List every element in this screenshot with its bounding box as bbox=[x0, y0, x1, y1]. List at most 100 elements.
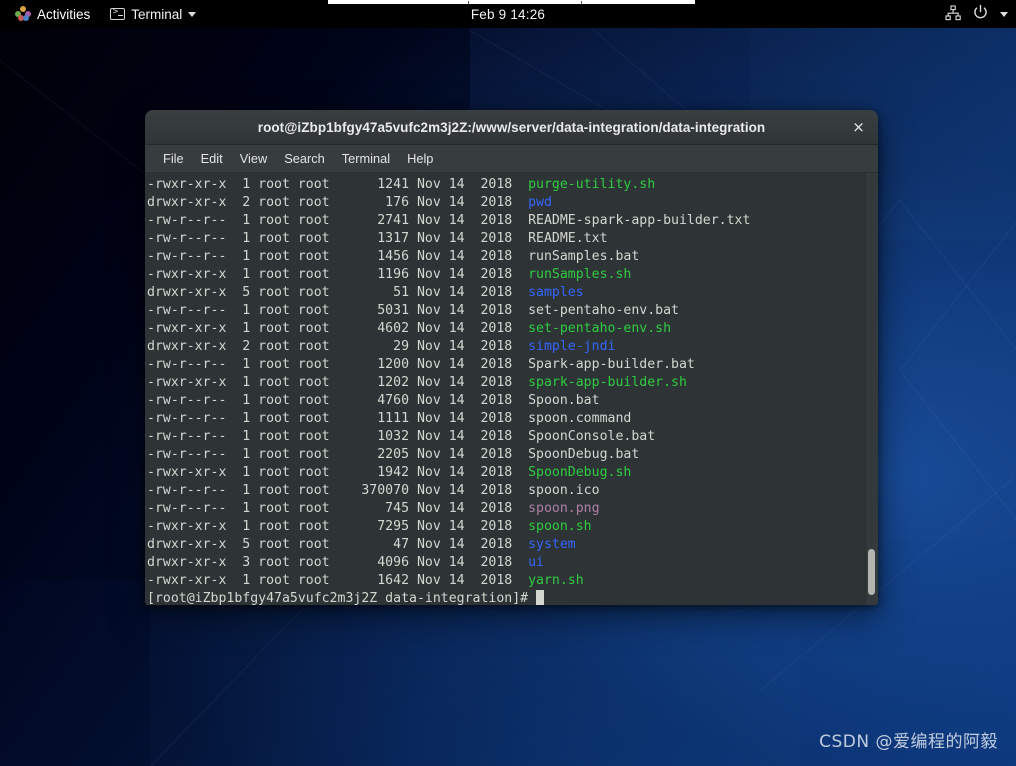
gnome-top-bar: Activities Terminal Feb 9 14:26 bbox=[0, 0, 1016, 28]
network-wired-icon[interactable] bbox=[945, 4, 961, 24]
terminal-listing-row: -rw-r--r-- 1 root root 2205 Nov 14 2018 … bbox=[147, 446, 750, 464]
menu-item-search[interactable]: Search bbox=[276, 147, 333, 170]
listing-filename: spoon.command bbox=[528, 411, 632, 426]
listing-filename: samples bbox=[528, 285, 584, 300]
shell-prompt: [root@iZbp1bfgy47a5vufc2m3j2Z data-integ… bbox=[147, 591, 537, 605]
listing-filename: simple-jndi bbox=[528, 339, 616, 354]
terminal-listing-row: -rw-r--r-- 1 root root 1032 Nov 14 2018 … bbox=[147, 428, 750, 446]
terminal-listing-row: -rw-r--r-- 1 root root 1456 Nov 14 2018 … bbox=[147, 248, 750, 266]
terminal-text: -rwxr-xr-x 1 root root 1241 Nov 14 2018 … bbox=[145, 176, 750, 605]
listing-filename: set-pentaho-env.sh bbox=[528, 321, 672, 336]
listing-metadata: -rwxr-xr-x 1 root root 1642 Nov 14 2018 bbox=[147, 573, 529, 588]
terminal-listing-row: -rwxr-xr-x 1 root root 4602 Nov 14 2018 … bbox=[147, 320, 750, 338]
listing-metadata: -rw-r--r-- 1 root root 4760 Nov 14 2018 bbox=[147, 393, 529, 408]
listing-metadata: drwxr-xr-x 3 root root 4096 Nov 14 2018 bbox=[147, 555, 529, 570]
system-menu-chevron-down-icon[interactable] bbox=[1000, 11, 1008, 17]
terminal-listing-row: -rw-r--r-- 1 root root 1111 Nov 14 2018 … bbox=[147, 410, 750, 428]
listing-metadata: drwxr-xr-x 5 root root 51 Nov 14 2018 bbox=[147, 285, 529, 300]
listing-metadata: -rwxr-xr-x 1 root root 1241 Nov 14 2018 bbox=[147, 177, 529, 192]
terminal-listing-row: -rw-r--r-- 1 root root 370070 Nov 14 201… bbox=[147, 482, 750, 500]
listing-filename: README-spark-app-builder.txt bbox=[528, 213, 751, 228]
terminal-menubar: File Edit View Search Terminal Help bbox=[145, 145, 878, 173]
top-bar-right[interactable] bbox=[945, 4, 1008, 24]
listing-filename: pwd bbox=[528, 195, 552, 210]
menu-item-file[interactable]: File bbox=[155, 147, 192, 170]
terminal-listing-row: -rwxr-xr-x 1 root root 1642 Nov 14 2018 … bbox=[147, 572, 750, 590]
listing-filename: spoon.sh bbox=[528, 519, 592, 534]
listing-filename: SpoonDebug.bat bbox=[528, 447, 640, 462]
terminal-listing-row: drwxr-xr-x 5 root root 47 Nov 14 2018 sy… bbox=[147, 536, 750, 554]
listing-filename: Spoon.bat bbox=[528, 393, 600, 408]
terminal-listing-row: -rw-r--r-- 1 root root 1200 Nov 14 2018 … bbox=[147, 356, 750, 374]
listing-filename: spoon.ico bbox=[528, 483, 600, 498]
listing-filename: set-pentaho-env.bat bbox=[528, 303, 679, 318]
listing-metadata: -rwxr-xr-x 1 root root 1942 Nov 14 2018 bbox=[147, 465, 529, 480]
terminal-listing-row: drwxr-xr-x 5 root root 51 Nov 14 2018 sa… bbox=[147, 284, 750, 302]
listing-filename: runSamples.sh bbox=[528, 267, 632, 282]
terminal-listing-row: drwxr-xr-x 2 root root 176 Nov 14 2018 p… bbox=[147, 194, 750, 212]
terminal-prompt-line[interactable]: [root@iZbp1bfgy47a5vufc2m3j2Z data-integ… bbox=[147, 590, 750, 605]
wallpaper-facet bbox=[150, 580, 800, 766]
listing-metadata: -rw-r--r-- 1 root root 1456 Nov 14 2018 bbox=[147, 249, 529, 264]
app-menu-button[interactable]: Terminal bbox=[103, 4, 203, 25]
activities-label: Activities bbox=[37, 6, 91, 22]
window-title: root@iZbp1bfgy47a5vufc2m3j2Z:/www/server… bbox=[257, 119, 766, 135]
power-icon[interactable] bbox=[972, 4, 989, 24]
terminal-listing-row: -rwxr-xr-x 1 root root 7295 Nov 14 2018 … bbox=[147, 518, 750, 536]
wallpaper-facet bbox=[0, 0, 150, 200]
wallpaper-facet bbox=[0, 200, 150, 580]
terminal-cursor bbox=[536, 590, 545, 605]
terminal-listing-row: drwxr-xr-x 2 root root 29 Nov 14 2018 si… bbox=[147, 338, 750, 356]
window-chrome-strip bbox=[328, 0, 695, 4]
listing-metadata: -rw-r--r-- 1 root root 2741 Nov 14 2018 bbox=[147, 213, 529, 228]
listing-filename: SpoonConsole.bat bbox=[528, 429, 656, 444]
terminal-titlebar[interactable]: root@iZbp1bfgy47a5vufc2m3j2Z:/www/server… bbox=[145, 110, 878, 145]
activities-button[interactable]: Activities bbox=[8, 3, 97, 25]
close-icon[interactable]: × bbox=[849, 118, 868, 137]
listing-filename: spark-app-builder.sh bbox=[528, 375, 687, 390]
terminal-icon bbox=[110, 7, 126, 20]
listing-filename: yarn.sh bbox=[528, 573, 584, 588]
terminal-listing-row: -rw-r--r-- 1 root root 4760 Nov 14 2018 … bbox=[147, 392, 750, 410]
menu-item-edit[interactable]: Edit bbox=[193, 147, 231, 170]
terminal-scrollbar-thumb[interactable] bbox=[868, 549, 875, 595]
listing-filename: purge-utility.sh bbox=[528, 177, 656, 192]
terminal-scrollbar[interactable] bbox=[865, 173, 878, 605]
listing-metadata: -rw-r--r-- 1 root root 1111 Nov 14 2018 bbox=[147, 411, 529, 426]
screen: Activities Terminal Feb 9 14:26 bbox=[0, 0, 1016, 766]
terminal-listing-row: -rwxr-xr-x 1 root root 1241 Nov 14 2018 … bbox=[147, 176, 750, 194]
clock[interactable]: Feb 9 14:26 bbox=[471, 7, 545, 22]
menu-item-terminal[interactable]: Terminal bbox=[334, 147, 398, 170]
terminal-listing-row: -rwxr-xr-x 1 root root 1202 Nov 14 2018 … bbox=[147, 374, 750, 392]
listing-filename: Spark-app-builder.bat bbox=[528, 357, 695, 372]
listing-metadata: drwxr-xr-x 5 root root 47 Nov 14 2018 bbox=[147, 537, 529, 552]
menu-item-view[interactable]: View bbox=[232, 147, 276, 170]
listing-filename: SpoonDebug.sh bbox=[528, 465, 632, 480]
terminal-output-area[interactable]: -rwxr-xr-x 1 root root 1241 Nov 14 2018 … bbox=[145, 173, 878, 605]
terminal-listing-row: -rw-r--r-- 1 root root 2741 Nov 14 2018 … bbox=[147, 212, 750, 230]
listing-metadata: -rw-r--r-- 1 root root 745 Nov 14 2018 bbox=[147, 501, 529, 516]
watermark: CSDN @爱编程的阿毅 bbox=[819, 732, 998, 752]
listing-metadata: -rw-r--r-- 1 root root 5031 Nov 14 2018 bbox=[147, 303, 529, 318]
terminal-listing-row: -rw-r--r-- 1 root root 1317 Nov 14 2018 … bbox=[147, 230, 750, 248]
listing-metadata: -rwxr-xr-x 1 root root 7295 Nov 14 2018 bbox=[147, 519, 529, 534]
listing-metadata: drwxr-xr-x 2 root root 176 Nov 14 2018 bbox=[147, 195, 529, 210]
gnome-logo-icon bbox=[15, 6, 31, 22]
listing-metadata: -rw-r--r-- 1 root root 1200 Nov 14 2018 bbox=[147, 357, 529, 372]
app-menu-label: Terminal bbox=[131, 6, 183, 22]
terminal-listing-row: -rw-r--r-- 1 root root 5031 Nov 14 2018 … bbox=[147, 302, 750, 320]
listing-metadata: -rw-r--r-- 1 root root 1032 Nov 14 2018 bbox=[147, 429, 529, 444]
listing-metadata: -rwxr-xr-x 1 root root 1196 Nov 14 2018 bbox=[147, 267, 529, 282]
chrome-tick bbox=[581, 1, 582, 4]
listing-filename: spoon.png bbox=[528, 501, 600, 516]
listing-metadata: drwxr-xr-x 2 root root 29 Nov 14 2018 bbox=[147, 339, 529, 354]
listing-metadata: -rw-r--r-- 1 root root 1317 Nov 14 2018 bbox=[147, 231, 529, 246]
terminal-listing-row: drwxr-xr-x 3 root root 4096 Nov 14 2018 … bbox=[147, 554, 750, 572]
top-bar-left: Activities Terminal bbox=[0, 3, 203, 25]
terminal-listing-row: -rw-r--r-- 1 root root 745 Nov 14 2018 s… bbox=[147, 500, 750, 518]
terminal-window[interactable]: root@iZbp1bfgy47a5vufc2m3j2Z:/www/server… bbox=[145, 110, 878, 605]
listing-filename: README.txt bbox=[528, 231, 608, 246]
listing-filename: system bbox=[528, 537, 576, 552]
menu-item-help[interactable]: Help bbox=[399, 147, 441, 170]
chevron-down-icon bbox=[188, 11, 197, 17]
